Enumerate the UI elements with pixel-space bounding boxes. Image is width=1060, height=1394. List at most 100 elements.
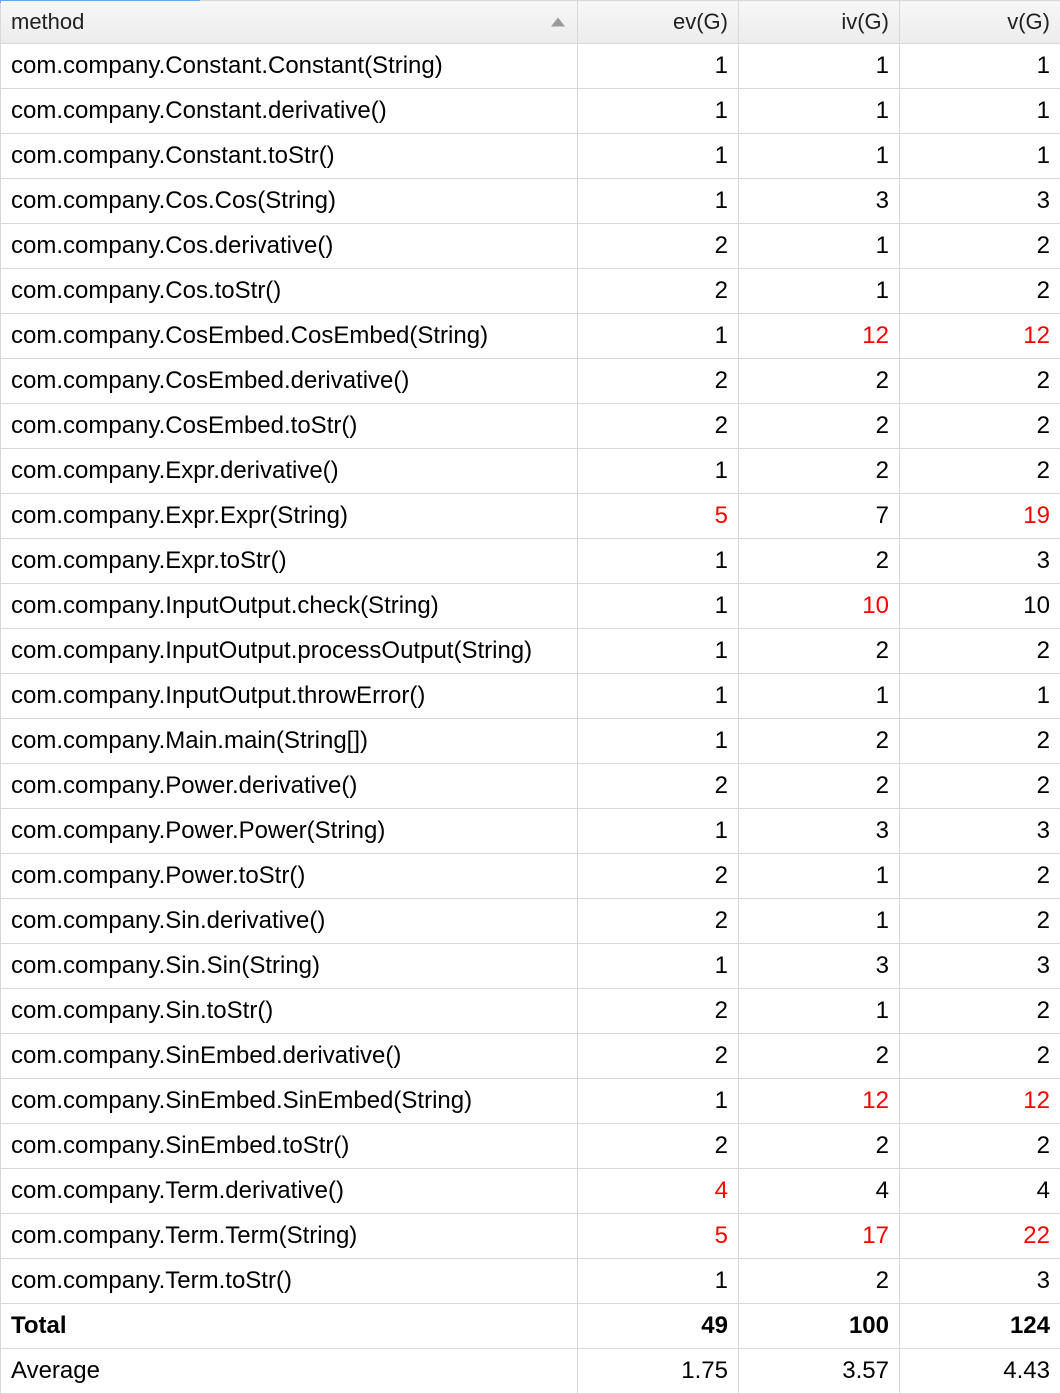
cell-v: 2: [900, 449, 1060, 494]
cell-iv: 3: [739, 179, 900, 224]
table-row[interactable]: com.company.Expr.derivative()122: [1, 449, 1060, 494]
table-row[interactable]: com.company.Term.toStr()123: [1, 1259, 1060, 1304]
table-row[interactable]: com.company.Sin.toStr()212: [1, 989, 1060, 1034]
cell-ev: 5: [578, 494, 739, 539]
table-row[interactable]: com.company.Constant.derivative()111: [1, 89, 1060, 134]
cell-method: com.company.Expr.Expr(String): [1, 494, 578, 539]
header-iv[interactable]: iv(G): [739, 1, 900, 44]
cell-iv: 2: [739, 1034, 900, 1079]
cell-average-ev: 1.75: [578, 1349, 739, 1394]
cell-method: com.company.Sin.Sin(String): [1, 944, 578, 989]
cell-iv: 10: [739, 584, 900, 629]
cell-ev: 1: [578, 449, 739, 494]
table-row[interactable]: com.company.InputOutput.check(String)110…: [1, 584, 1060, 629]
cell-v: 1: [900, 89, 1060, 134]
cell-method: com.company.Expr.toStr(): [1, 539, 578, 584]
cell-v: 12: [900, 1079, 1060, 1124]
cell-ev: 2: [578, 989, 739, 1034]
cell-ev: 5: [578, 1214, 739, 1259]
table-row[interactable]: com.company.Term.derivative()444: [1, 1169, 1060, 1214]
cell-iv: 12: [739, 314, 900, 359]
table-row[interactable]: com.company.CosEmbed.CosEmbed(String)112…: [1, 314, 1060, 359]
cell-iv: 2: [739, 764, 900, 809]
cell-iv: 2: [739, 1259, 900, 1304]
cell-method: com.company.Expr.derivative(): [1, 449, 578, 494]
cell-method: com.company.Cos.toStr(): [1, 269, 578, 314]
cell-average-iv: 3.57: [739, 1349, 900, 1394]
header-ev[interactable]: ev(G): [578, 1, 739, 44]
table-row[interactable]: com.company.Term.Term(String)51722: [1, 1214, 1060, 1259]
cell-ev: 1: [578, 179, 739, 224]
cell-v: 2: [900, 719, 1060, 764]
cell-iv: 1: [739, 989, 900, 1034]
table-row[interactable]: com.company.SinEmbed.derivative()222: [1, 1034, 1060, 1079]
table-row[interactable]: com.company.Constant.toStr()111: [1, 134, 1060, 179]
table-row[interactable]: com.company.InputOutput.processOutput(St…: [1, 629, 1060, 674]
cell-ev: 1: [578, 584, 739, 629]
cell-ev: 1: [578, 944, 739, 989]
cell-ev: 1: [578, 89, 739, 134]
table-row[interactable]: com.company.Power.toStr()212: [1, 854, 1060, 899]
cell-method: com.company.Constant.toStr(): [1, 134, 578, 179]
cell-ev: 1: [578, 539, 739, 584]
table-row[interactable]: com.company.InputOutput.throwError()111: [1, 674, 1060, 719]
table-row[interactable]: com.company.CosEmbed.toStr()222: [1, 404, 1060, 449]
header-iv-label: iv(G): [841, 9, 889, 34]
cell-method: com.company.Constant.Constant(String): [1, 44, 578, 89]
cell-ev: 1: [578, 629, 739, 674]
cell-ev: 2: [578, 224, 739, 269]
cell-total-ev: 49: [578, 1304, 739, 1349]
cell-v: 4: [900, 1169, 1060, 1214]
table-row[interactable]: com.company.Constant.Constant(String)111: [1, 44, 1060, 89]
cell-v: 12: [900, 314, 1060, 359]
metrics-table: method ev(G) iv(G) v(G) com.company.Cons…: [0, 0, 1060, 1394]
cell-ev: 2: [578, 269, 739, 314]
cell-total-v: 124: [900, 1304, 1060, 1349]
cell-ev: 2: [578, 854, 739, 899]
average-row: Average1.753.574.43: [1, 1349, 1060, 1394]
cell-ev: 1: [578, 314, 739, 359]
table-row[interactable]: com.company.Expr.toStr()123: [1, 539, 1060, 584]
cell-v: 3: [900, 809, 1060, 854]
cell-iv: 7: [739, 494, 900, 539]
cell-v: 2: [900, 899, 1060, 944]
cell-ev: 2: [578, 1124, 739, 1169]
table-row[interactable]: com.company.SinEmbed.SinEmbed(String)112…: [1, 1079, 1060, 1124]
table-row[interactable]: com.company.Sin.derivative()212: [1, 899, 1060, 944]
header-row: method ev(G) iv(G) v(G): [1, 1, 1060, 44]
cell-iv: 2: [739, 719, 900, 764]
table-row[interactable]: com.company.Cos.derivative()212: [1, 224, 1060, 269]
cell-iv: 2: [739, 359, 900, 404]
cell-method: com.company.SinEmbed.toStr(): [1, 1124, 578, 1169]
cell-v: 2: [900, 1034, 1060, 1079]
cell-method: com.company.Main.main(String[]): [1, 719, 578, 764]
cell-iv: 17: [739, 1214, 900, 1259]
table-row[interactable]: com.company.Power.derivative()222: [1, 764, 1060, 809]
cell-method: com.company.Term.toStr(): [1, 1259, 578, 1304]
cell-v: 2: [900, 764, 1060, 809]
cell-iv: 1: [739, 44, 900, 89]
cell-v: 2: [900, 989, 1060, 1034]
header-method-label: method: [11, 9, 84, 34]
header-v[interactable]: v(G): [900, 1, 1060, 44]
cell-v: 1: [900, 674, 1060, 719]
table-row[interactable]: com.company.Cos.Cos(String)133: [1, 179, 1060, 224]
table-row[interactable]: com.company.Cos.toStr()212: [1, 269, 1060, 314]
cell-ev: 1: [578, 1079, 739, 1124]
cell-iv: 2: [739, 449, 900, 494]
table-row[interactable]: com.company.Main.main(String[])122: [1, 719, 1060, 764]
table-row[interactable]: com.company.CosEmbed.derivative()222: [1, 359, 1060, 404]
cell-v: 3: [900, 539, 1060, 584]
table-row[interactable]: com.company.Power.Power(String)133: [1, 809, 1060, 854]
header-method[interactable]: method: [1, 1, 578, 44]
cell-iv: 4: [739, 1169, 900, 1214]
table-row[interactable]: com.company.SinEmbed.toStr()222: [1, 1124, 1060, 1169]
cell-method: com.company.InputOutput.processOutput(St…: [1, 629, 578, 674]
table-row[interactable]: com.company.Sin.Sin(String)133: [1, 944, 1060, 989]
cell-iv: 2: [739, 1124, 900, 1169]
cell-ev: 2: [578, 1034, 739, 1079]
table-row[interactable]: com.company.Expr.Expr(String)5719: [1, 494, 1060, 539]
cell-average-v: 4.43: [900, 1349, 1060, 1394]
cell-iv: 12: [739, 1079, 900, 1124]
cell-total-iv: 100: [739, 1304, 900, 1349]
